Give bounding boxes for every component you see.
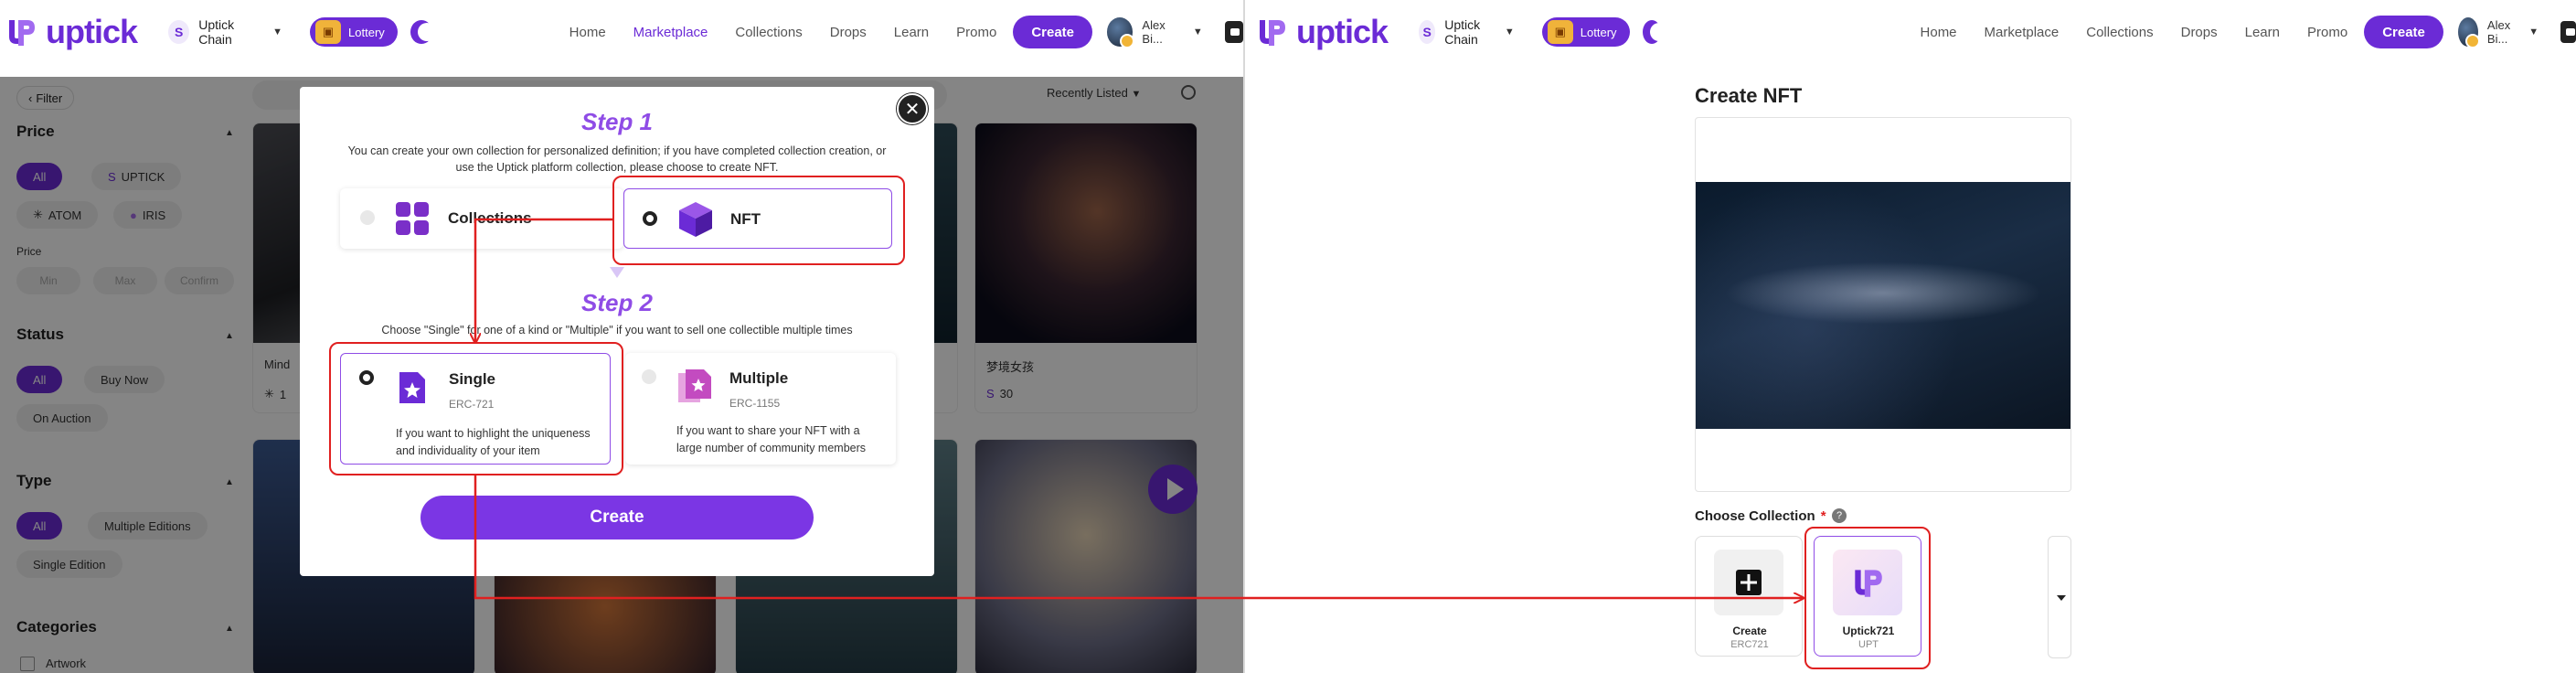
uptick-logo[interactable]: uptick	[1254, 13, 1389, 51]
collections-label: Collections	[448, 209, 532, 227]
lottery-button[interactable]: ▣ Lottery	[310, 17, 398, 47]
option-multiple[interactable]: Multiple ERC-1155 If you want to share y…	[625, 353, 896, 465]
chain-selector[interactable]: S Uptick Chain ▼	[1419, 17, 1515, 47]
collection-scroll-button[interactable]	[2048, 536, 2071, 658]
nav-learn[interactable]: Learn	[2245, 25, 2280, 40]
choose-collection-text: Choose Collection	[1695, 508, 1815, 524]
chain-label: Uptick Chain	[1444, 17, 1481, 47]
lottery-button[interactable]: ▣ Lottery	[1541, 17, 1630, 47]
chain-label: Uptick Chain	[198, 17, 235, 47]
step2-title: Step 2	[580, 289, 654, 316]
chevron-down-icon: ▼	[1504, 27, 1515, 37]
add-collection-icon	[1714, 550, 1783, 615]
chevron-down-icon: ▼	[272, 27, 283, 37]
nav-drops[interactable]: Drops	[2181, 25, 2218, 40]
nav-drops[interactable]: Drops	[830, 25, 867, 40]
nav-promo[interactable]: Promo	[956, 25, 996, 40]
wallet-icon[interactable]	[1224, 21, 1243, 43]
avatar	[2457, 17, 2480, 48]
modal-create-button[interactable]: Create	[420, 496, 814, 539]
uploaded-image-preview	[1696, 182, 2070, 429]
treasure-chest-icon: ▣	[1547, 20, 1573, 44]
chevron-down-icon: ▼	[2528, 27, 2539, 37]
collections-radio[interactable]	[360, 210, 375, 225]
step1-title: Step 1	[580, 108, 654, 135]
main-nav: Home Marketplace Collections Drops Learn…	[1921, 25, 2348, 40]
user-name: Alex Bi...	[1142, 18, 1166, 46]
theme-toggle-moon-icon[interactable]	[410, 20, 436, 44]
annotation-box-nft	[612, 176, 905, 265]
main-nav: Home Marketplace Collections Drops Learn…	[569, 25, 997, 40]
multiple-label: Multiple	[729, 369, 789, 387]
treasure-chest-icon: ▣	[315, 20, 342, 44]
lottery-label: Lottery	[348, 25, 385, 39]
nav-home[interactable]: Home	[569, 25, 606, 40]
uptick-logo[interactable]: uptick	[4, 13, 138, 51]
nav-marketplace[interactable]: Marketplace	[1985, 25, 2060, 40]
multiple-radio[interactable]	[642, 369, 656, 384]
step1-description: You can create your own collection for p…	[347, 144, 887, 174]
multiple-description: If you want to share your NFT with a lar…	[676, 424, 867, 454]
collections-grid-icon	[396, 202, 429, 235]
collection-create-sub: ERC721	[1730, 639, 1769, 650]
step2-description: Choose "Single" for one of a kind or "Mu…	[381, 324, 853, 336]
arrow-down-icon	[610, 267, 624, 278]
create-button[interactable]: Create	[1013, 16, 1093, 48]
uptick-logo-text: uptick	[46, 13, 138, 50]
required-mark: *	[1820, 508, 1826, 524]
multiple-standard: ERC-1155	[729, 397, 781, 410]
lottery-label: Lottery	[1580, 25, 1617, 39]
annotation-box-uptick721	[1804, 527, 1931, 669]
plus-icon	[1736, 570, 1762, 595]
user-menu[interactable]: Alex Bi... ▼	[2457, 17, 2539, 48]
uptick-logo-text: uptick	[1296, 13, 1389, 50]
nav-collections[interactable]: Collections	[735, 25, 802, 40]
wallet-icon[interactable]	[2560, 21, 2576, 43]
chevron-down-icon: ▼	[1192, 27, 1203, 37]
avatar	[1107, 17, 1135, 48]
uptick-logo-icon	[9, 20, 35, 46]
top-header: uptick S Uptick Chain ▼ ▣ Lottery Home M…	[0, 0, 1243, 64]
user-menu[interactable]: Alex Bi... ▼	[1107, 17, 1203, 48]
option-collections[interactable]: Collections	[340, 188, 623, 249]
create-nft-window: uptick S Uptick Chain ▼ ▣ Lottery Home M…	[1245, 0, 2576, 673]
collection-create-name: Create	[1732, 625, 1767, 637]
page-title: Create NFT	[1695, 84, 1803, 107]
nav-promo[interactable]: Promo	[2307, 25, 2347, 40]
multiple-files-star-icon	[678, 369, 711, 402]
top-header: uptick S Uptick Chain ▼ ▣ Lottery Home M…	[1245, 0, 2576, 64]
choose-collection-label: Choose Collection *	[1695, 508, 1826, 524]
annotation-box-single	[329, 342, 623, 475]
collection-create[interactable]: Create ERC721	[1695, 536, 1803, 657]
nav-collections[interactable]: Collections	[2086, 25, 2153, 40]
uptick-logo-icon	[1260, 20, 1285, 46]
theme-toggle-moon-icon[interactable]	[1642, 20, 1668, 44]
nav-marketplace[interactable]: Marketplace	[633, 25, 708, 40]
chain-selector[interactable]: S Uptick Chain ▼	[168, 17, 282, 47]
marketplace-window: uptick S Uptick Chain ▼ ▣ Lottery Home M…	[0, 0, 1243, 673]
user-name: Alex Bi...	[2486, 18, 2511, 46]
help-icon[interactable]: ?	[1832, 508, 1847, 523]
nav-learn[interactable]: Learn	[894, 25, 929, 40]
uptick-chain-icon: S	[1419, 20, 1436, 44]
nav-home[interactable]: Home	[1921, 25, 1957, 40]
uptick-chain-icon: S	[168, 20, 190, 44]
create-button[interactable]: Create	[2364, 16, 2443, 48]
